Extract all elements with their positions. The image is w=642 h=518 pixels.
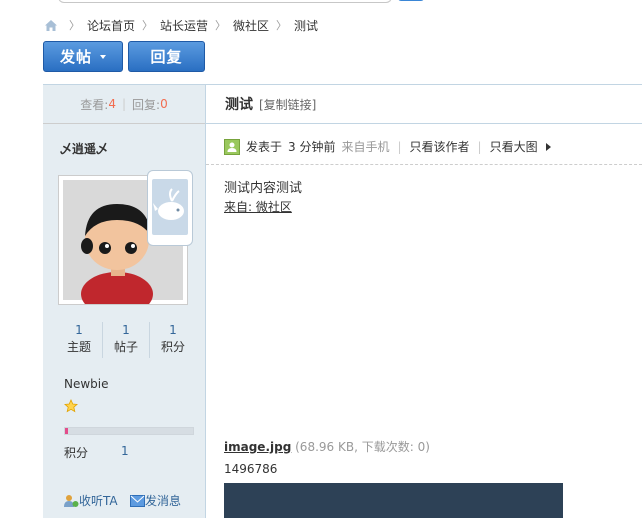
breadcrumb-current[interactable]: 测试 bbox=[294, 17, 318, 34]
breadcrumb-forum-home[interactable]: 论坛首页 bbox=[87, 17, 135, 34]
star-icon bbox=[64, 399, 78, 413]
post-content: 测试内容测试 bbox=[224, 181, 303, 196]
author-counts: 1 主题 1 帖子 1 积分 bbox=[56, 322, 196, 358]
follow-button[interactable]: 收听TA bbox=[63, 492, 118, 509]
thread-stats: 查看: 4 | 回复: 0 bbox=[43, 84, 205, 124]
count-label: 帖子 bbox=[113, 340, 138, 354]
replies-count: 0 bbox=[160, 97, 168, 111]
points-progress-bar bbox=[64, 427, 194, 435]
meta-divider: | bbox=[477, 139, 482, 154]
stats-divider: | bbox=[121, 97, 127, 111]
chevron-right-icon: 〉 bbox=[215, 19, 227, 32]
count-value: 1 bbox=[169, 323, 177, 337]
attachment-filename[interactable]: image.jpg bbox=[224, 440, 291, 454]
phone-screen bbox=[152, 179, 188, 235]
meta-divider: | bbox=[397, 139, 402, 154]
score-value: 1 bbox=[121, 444, 129, 458]
online-status-icon bbox=[224, 138, 240, 155]
only-author-link[interactable]: 只看该作者 bbox=[410, 138, 470, 155]
attachment-meta: (68.96 KB, 下载次数: 0) bbox=[295, 440, 430, 454]
attachment-info: image.jpg (68.96 KB, 下载次数: 0) bbox=[224, 438, 430, 455]
posted-label: 发表于 bbox=[246, 140, 283, 154]
search-button[interactable] bbox=[398, 0, 424, 1]
reply-button[interactable]: 回复 bbox=[128, 41, 205, 72]
new-post-button[interactable]: 发帖 bbox=[43, 41, 123, 72]
count-label: 主题 bbox=[66, 340, 91, 354]
copy-link-button[interactable]: [复制链接] bbox=[259, 96, 316, 113]
user-rank[interactable]: Newbie bbox=[64, 377, 109, 391]
caret-down-icon bbox=[100, 54, 106, 59]
post-source: 来自手机 bbox=[341, 140, 390, 154]
triangle-right-icon[interactable] bbox=[545, 142, 551, 151]
chevron-right-icon: 〉 bbox=[276, 19, 288, 32]
count-posts[interactable]: 1 帖子 bbox=[102, 322, 149, 358]
chevron-right-icon: 〉 bbox=[69, 19, 80, 32]
follow-icon bbox=[64, 494, 79, 507]
score-label: 积分 bbox=[64, 446, 89, 460]
post-divider bbox=[206, 164, 642, 165]
author-name[interactable]: 乄逍遥乄 bbox=[60, 140, 108, 157]
home-icon[interactable] bbox=[44, 19, 58, 32]
count-value: 1 bbox=[75, 323, 83, 337]
only-big-image-link[interactable]: 只看大图 bbox=[490, 138, 538, 155]
progress-fill bbox=[65, 428, 68, 434]
new-post-label: 发帖 bbox=[59, 48, 92, 66]
count-points[interactable]: 1 积分 bbox=[149, 322, 196, 358]
breadcrumb: 〉 论坛首页 〉 站长运营 〉 微社区 〉 测试 bbox=[44, 16, 318, 34]
mobile-badge-icon bbox=[147, 170, 193, 246]
replies-label: 回复: bbox=[132, 97, 161, 112]
views-label: 查看: bbox=[80, 97, 109, 112]
top-search-bar bbox=[0, 0, 642, 8]
mail-icon bbox=[130, 494, 145, 507]
post-meta: 发表于 3 分钟前 来自手机 | 只看该作者 | 只看大图 bbox=[224, 138, 551, 155]
attachment-id: 1496786 bbox=[224, 462, 278, 476]
search-input[interactable] bbox=[58, 0, 392, 3]
message-label: 发消息 bbox=[145, 494, 182, 508]
breadcrumb-site-ops[interactable]: 站长运营 bbox=[160, 17, 208, 34]
count-threads[interactable]: 1 主题 bbox=[56, 322, 102, 358]
count-value: 1 bbox=[122, 323, 130, 337]
thread-title: 测试 bbox=[225, 97, 253, 113]
follow-label: 收听TA bbox=[79, 494, 118, 508]
views-count: 4 bbox=[108, 97, 116, 111]
thread-title-bar: 测试 [复制链接] bbox=[206, 84, 642, 124]
reply-label: 回复 bbox=[150, 48, 183, 66]
attachment-image[interactable] bbox=[224, 483, 563, 518]
from-link[interactable]: 来自: 微社区 bbox=[224, 198, 292, 215]
breadcrumb-micro-community[interactable]: 微社区 bbox=[233, 17, 269, 34]
post-time: 3 分钟前 bbox=[288, 140, 336, 154]
send-message-button[interactable]: 发消息 bbox=[130, 492, 181, 509]
count-label: 积分 bbox=[160, 340, 185, 354]
chevron-right-icon: 〉 bbox=[142, 19, 154, 32]
